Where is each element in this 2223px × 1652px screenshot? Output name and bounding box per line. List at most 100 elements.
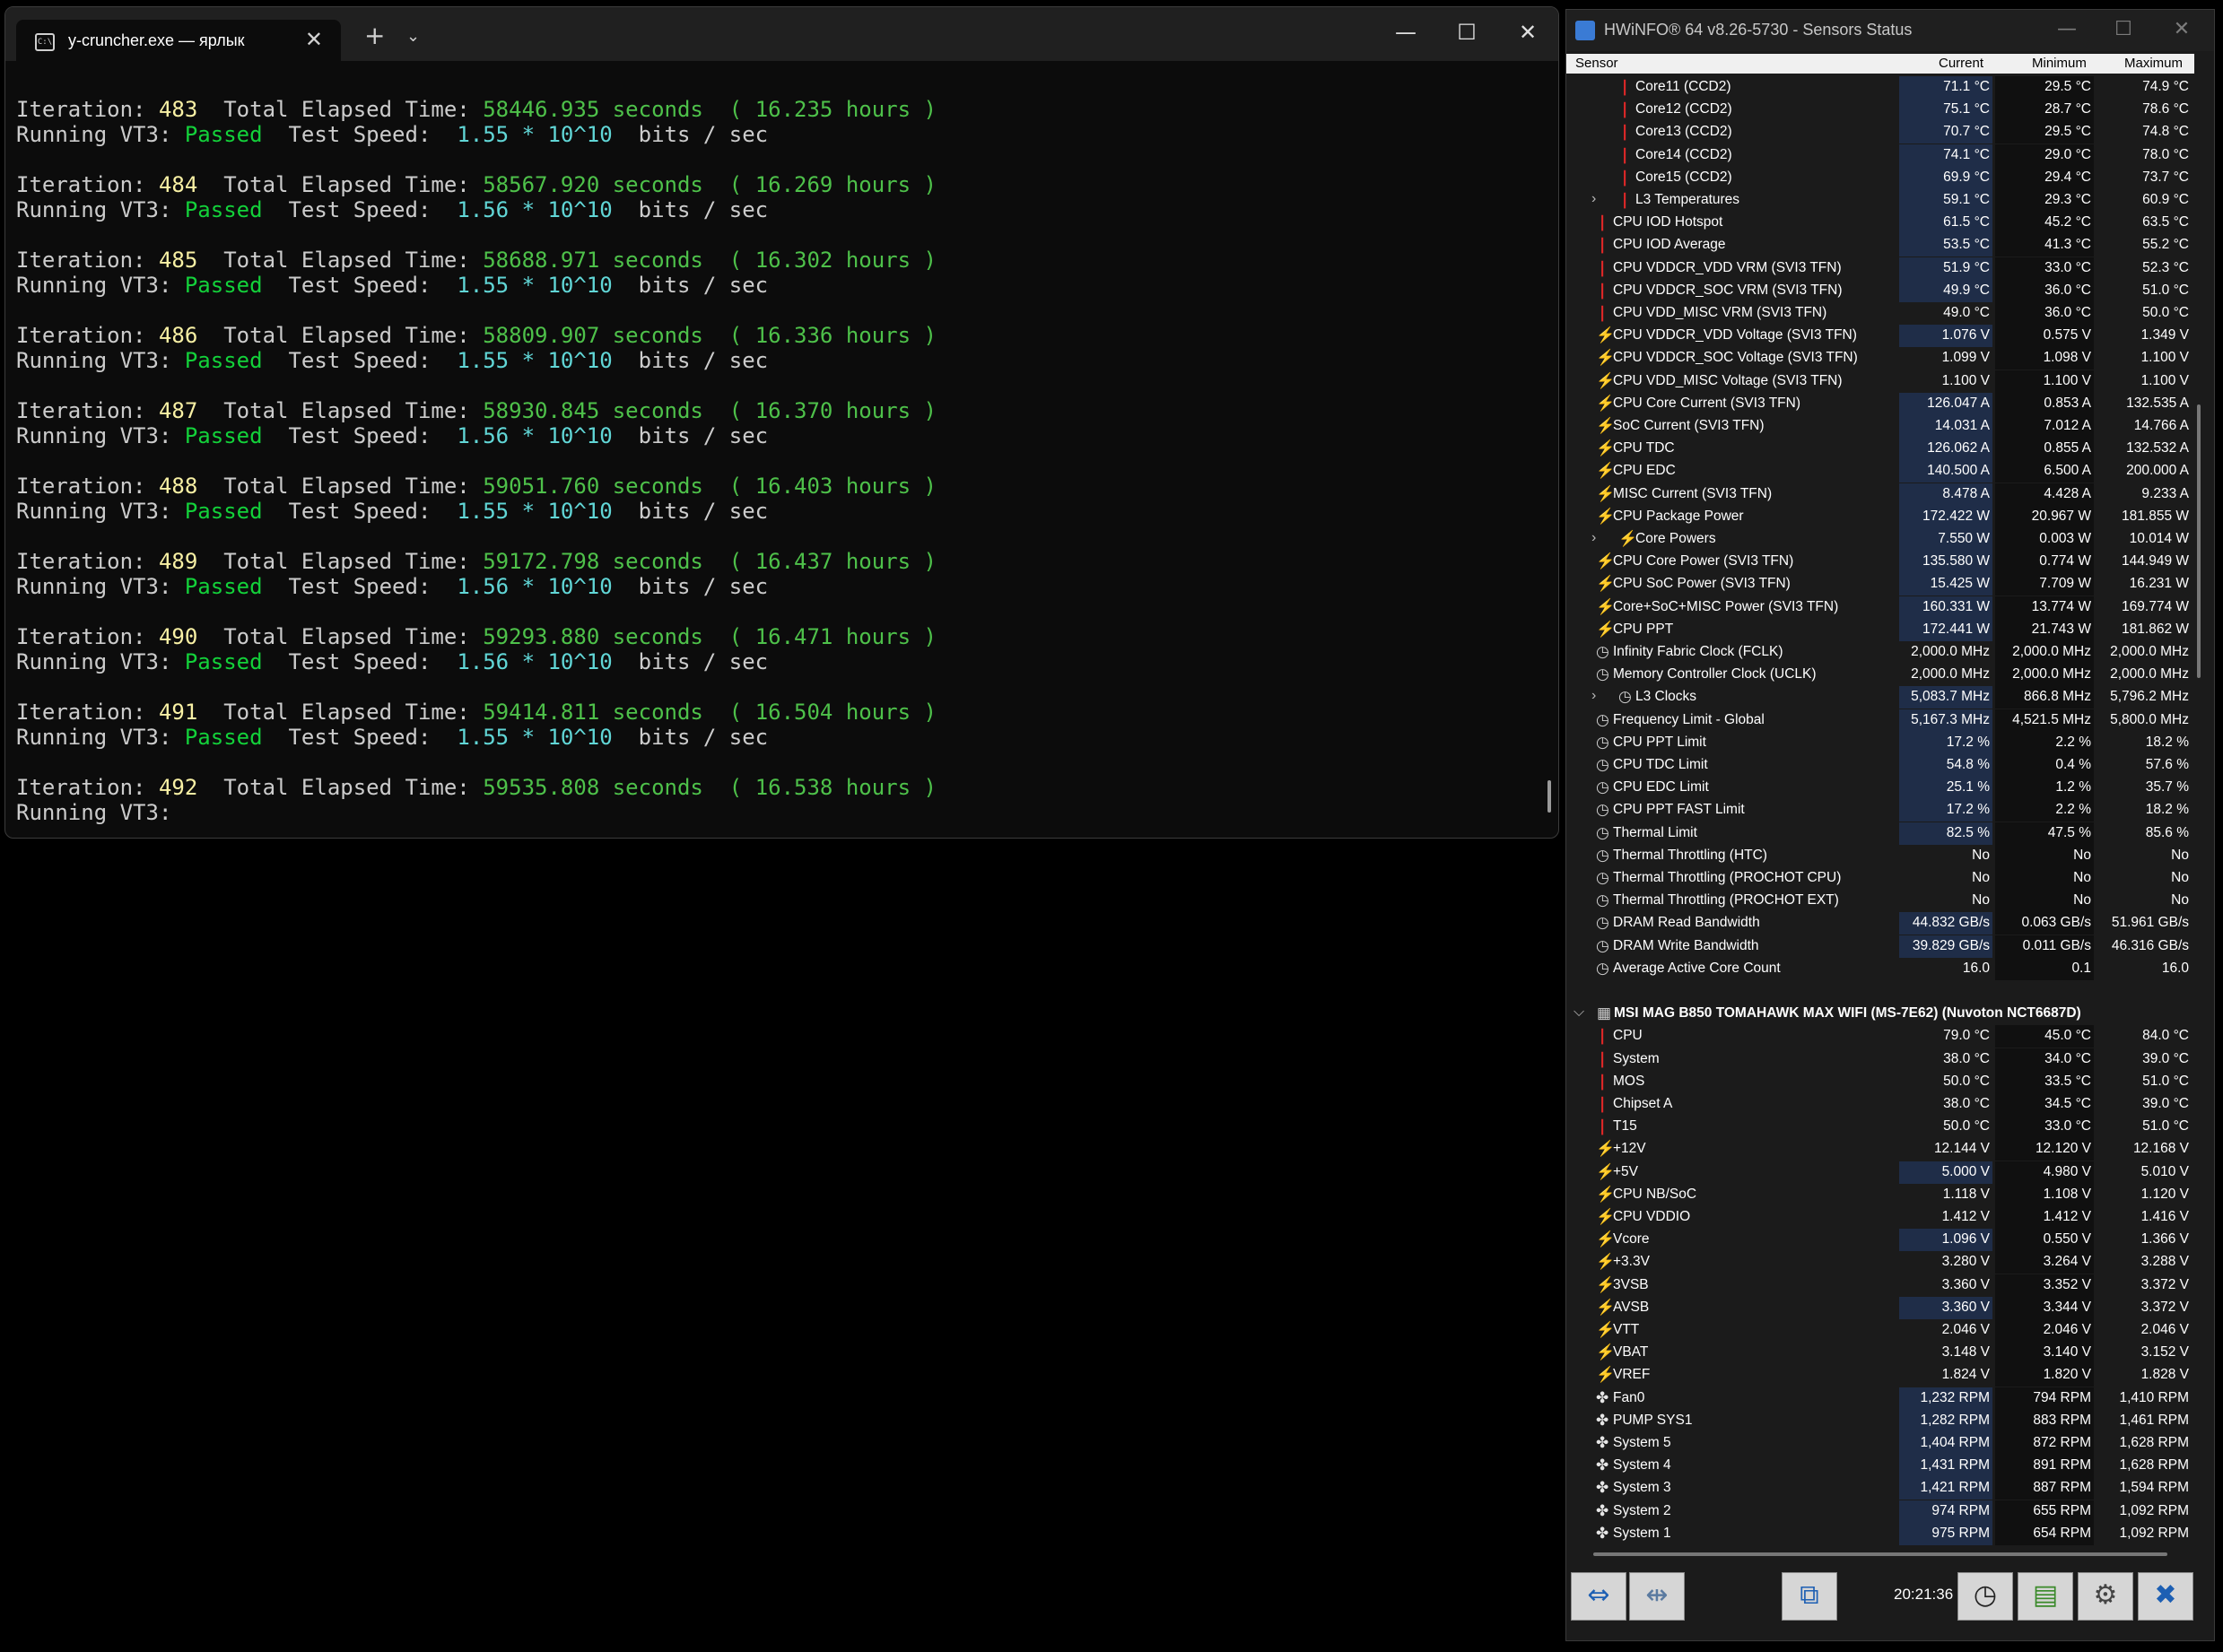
column-header-current[interactable]: Current (1939, 56, 1983, 71)
sensor-row[interactable]: ⚡ CPU VDDCR_SOC Voltage (SVI3 TFN) 1.099 V… (1566, 347, 2194, 370)
sensor-row[interactable]: ❘ MOS 50.0 °C 33.5 °C 51.0 °C (1566, 1070, 2194, 1093)
sensor-row[interactable]: ❘ Core11 (CCD2) 71.1 °C 29.5 °C 74.9 °C (1566, 76, 2194, 99)
maximize-button[interactable]: ☐ (1449, 20, 1485, 45)
sensor-row[interactable]: ◷ CPU TDC Limit 54.8 % 0.4 % 57.6 % (1566, 754, 2194, 777)
sensor-row[interactable]: ⚡ Core+SoC+MISC Power (SVI3 TFN) 160.331 W… (1566, 596, 2194, 619)
sensor-row[interactable]: ⚡ +12V 12.144 V 12.120 V 12.168 V (1566, 1138, 2194, 1161)
vertical-scrollbar[interactable] (2197, 404, 2201, 678)
sensor-row[interactable]: ❘ Chipset A 38.0 °C 34.5 °C 39.0 °C (1566, 1093, 2194, 1116)
sensor-row[interactable]: ✤ System 2 974 RPM 655 RPM 1,092 RPM (1566, 1500, 2194, 1523)
hours-label: hours ) (845, 474, 937, 499)
sensor-row[interactable]: ❘ CPU 79.0 °C 45.0 °C 84.0 °C (1566, 1025, 2194, 1048)
sensor-row[interactable]: ⚡ CPU VDDIO 1.412 V 1.412 V 1.416 V (1566, 1206, 2194, 1229)
sensor-row[interactable]: ⚡ VBAT 3.148 V 3.140 V 3.152 V (1566, 1342, 2194, 1365)
sensor-row[interactable]: ⚡ CPU TDC 126.062 A 0.855 A 132.532 A (1566, 438, 2194, 461)
tab-dropdown-button[interactable]: ⌄ (406, 27, 420, 46)
sensor-row[interactable]: ✤ System 1 975 RPM 654 RPM 1,092 RPM (1566, 1522, 2194, 1545)
sensor-row[interactable]: ⚡ CPU PPT 172.441 W 21.743 W 181.862 W (1566, 618, 2194, 641)
sensor-row[interactable]: › ⚡ Core Powers 7.550 W 0.003 W 10.014 W (1566, 528, 2194, 551)
close-button[interactable]: ✕ (1510, 20, 1546, 45)
sensor-row[interactable]: ✤ System 5 1,404 RPM 872 RPM 1,628 RPM (1566, 1432, 2194, 1455)
sensor-row[interactable]: ◷ Thermal Throttling (PROCHOT CPU) No No No (1566, 867, 2194, 890)
sensor-row[interactable]: ❘ T15 50.0 °C 33.0 °C 51.0 °C (1566, 1116, 2194, 1139)
sensor-row[interactable]: ⚡ MISC Current (SVI3 TFN) 8.478 A 4.428 A 9.… (1566, 483, 2194, 506)
sensor-row[interactable]: ❘ Core14 (CCD2) 74.1 °C 29.0 °C 78.0 °C (1566, 143, 2194, 167)
new-tab-button[interactable]: + (364, 23, 385, 48)
sensor-row[interactable]: ⚡ AVSB 3.360 V 3.344 V 3.372 V (1566, 1296, 2194, 1319)
sensor-row[interactable]: ◷ Thermal Limit 82.5 % 47.5 % 85.6 % (1566, 822, 2194, 845)
log-file-icon[interactable]: ▤ (2018, 1572, 2073, 1621)
sensor-row[interactable]: ❘ CPU IOD Average 53.5 °C 41.3 °C 55.2 °C (1566, 234, 2194, 257)
sensor-row[interactable]: ❘ Core13 (CCD2) 70.7 °C 29.5 °C 74.8 °C (1566, 121, 2194, 144)
sensor-row[interactable]: ❘ Core15 (CCD2) 69.9 °C 29.4 °C 73.7 °C (1566, 166, 2194, 189)
sensor-row[interactable]: ❘ CPU VDDCR_SOC VRM (SVI3 TFN) 49.9 °C 36.0… (1566, 279, 2194, 302)
sensor-row[interactable]: ◷ CPU EDC Limit 25.1 % 1.2 % 35.7 % (1566, 777, 2194, 800)
sensor-row[interactable]: ⚡ CPU Core Current (SVI3 TFN) 126.047 A 0.8… (1566, 392, 2194, 415)
close-icon[interactable]: ✖ (2138, 1572, 2193, 1621)
terminal-tab[interactable]: C:\ y-cruncher.exe — ярлык ✕ (16, 20, 341, 66)
sensor-group-header[interactable]: ⌵ ▦ MSI MAG B850 TOMAHAWK MAX WIFI (MS-7E6… (1566, 1003, 2194, 1025)
sensor-row[interactable]: ⚡ CPU EDC 140.500 A 6.500 A 200.000 A (1566, 460, 2194, 483)
sensor-row[interactable]: ❘ Core12 (CCD2) 75.1 °C 28.7 °C 78.6 °C (1566, 99, 2194, 122)
minimize-button[interactable]: — (2051, 18, 2083, 40)
sensor-row[interactable]: ◷ Memory Controller Clock (UCLK) 2,000.0 M… (1566, 664, 2194, 687)
minimize-button[interactable]: — (1388, 20, 1424, 45)
sensor-row[interactable]: ⚡ +5V 5.000 V 4.980 V 5.010 V (1566, 1161, 2194, 1184)
sensor-row[interactable]: ◷ DRAM Write Bandwidth 39.829 GB/s 0.011 GB… (1566, 935, 2194, 958)
expand-chevron-icon[interactable]: › (1591, 688, 1596, 704)
sensor-row[interactable]: ✤ PUMP SYS1 1,282 RPM 883 RPM 1,461 RPM (1566, 1409, 2194, 1432)
network-icon[interactable]: ⧉ (1782, 1572, 1837, 1621)
sensor-row[interactable]: ⚡ SoC Current (SVI3 TFN) 14.031 A 7.012 A 14… (1566, 415, 2194, 438)
sensor-row[interactable]: ⚡ CPU VDD_MISC Voltage (SVI3 TFN) 1.100 V 1… (1566, 370, 2194, 393)
sensor-row[interactable]: ◷ Frequency Limit - Global 5,167.3 MHz 4,52… (1566, 709, 2194, 732)
hours-label: hours ) (845, 97, 937, 122)
terminal-scrollbar[interactable] (1547, 780, 1551, 813)
sensor-row[interactable]: ✤ System 3 1,421 RPM 887 RPM 1,594 RPM (1566, 1477, 2194, 1500)
sensor-table-header: Sensor Current Minimum Maximum (1566, 54, 2194, 74)
maximize-button[interactable]: ☐ (2107, 18, 2140, 40)
sensor-row[interactable]: ✤ System 4 1,431 RPM 891 RPM 1,628 RPM (1566, 1455, 2194, 1478)
sensor-row[interactable]: ⚡ CPU SoC Power (SVI3 TFN) 15.425 W 7.709 W… (1566, 573, 2194, 596)
sensor-row[interactable]: ⚡ CPU NB/SoC 1.118 V 1.108 V 1.120 V (1566, 1183, 2194, 1206)
sensor-row[interactable]: ◷ CPU PPT Limit 17.2 % 2.2 % 18.2 % (1566, 731, 2194, 754)
sensor-row[interactable]: ◷ Thermal Throttling (HTC) No No No (1566, 844, 2194, 867)
sensor-row[interactable]: ◷ DRAM Read Bandwidth 44.832 GB/s 0.063 GB/… (1566, 912, 2194, 935)
sensor-row[interactable]: ⚡ CPU Package Power 172.422 W 20.967 W 181.8… (1566, 505, 2194, 528)
group-name: MSI MAG B850 TOMAHAWK MAX WIFI (MS-7E62)… (1614, 1005, 2081, 1022)
close-button[interactable]: ✕ (2166, 18, 2198, 40)
minimum-value: 4,521.5 MHz (2012, 711, 2091, 727)
sensor-row[interactable]: ◷ CPU PPT FAST Limit 17.2 % 2.2 % 18.2 % (1566, 799, 2194, 822)
column-header-maximum[interactable]: Maximum (2124, 56, 2183, 71)
sensor-row[interactable]: ◷ Average Active Core Count 16.0 0.1 16.0 (1566, 957, 2194, 980)
column-header-sensor[interactable]: Sensor (1575, 56, 1618, 71)
sensor-row[interactable]: ⚡ VTT 2.046 V 2.046 V 2.046 V (1566, 1319, 2194, 1342)
maximum-value: 55.2 °C (2142, 237, 2189, 253)
gear-icon[interactable]: ⚙ (2078, 1572, 2133, 1621)
sensor-row[interactable]: ◷ Infinity Fabric Clock (FCLK) 2,000.0 MHz… (1566, 641, 2194, 664)
collapse-arrows-icon[interactable]: ⇹ (1629, 1572, 1685, 1621)
sensor-row[interactable]: ⚡ +3.3V 3.280 V 3.264 V 3.288 V (1566, 1251, 2194, 1274)
sensor-row[interactable]: ⚡ VREF 1.824 V 1.820 V 1.828 V (1566, 1364, 2194, 1387)
sensor-row[interactable]: ❘ CPU VDDCR_VDD VRM (SVI3 TFN) 51.9 °C 33.0… (1566, 256, 2194, 280)
expand-chevron-icon[interactable]: › (1591, 530, 1596, 546)
clock-icon[interactable]: ◷ (1957, 1572, 2013, 1621)
sensor-row[interactable]: ⚡ CPU Core Power (SVI3 TFN) 135.580 W 0.774… (1566, 551, 2194, 574)
terminal-output[interactable]: Iteration: 483 Total Elapsed Time: 58446… (16, 97, 937, 825)
column-header-minimum[interactable]: Minimum (2032, 56, 2087, 71)
sensor-row[interactable]: ❘ CPU IOD Hotspot 61.5 °C 45.2 °C 63.5 °C (1566, 212, 2194, 235)
tab-close-icon[interactable]: ✕ (305, 27, 323, 52)
sensor-row[interactable]: ❘ System 38.0 °C 34.0 °C 39.0 °C (1566, 1048, 2194, 1071)
sensor-row[interactable]: › ◷ L3 Clocks 5,083.7 MHz 866.8 MHz 5,796.2 M… (1566, 686, 2194, 709)
collapse-chevron-icon[interactable]: ⌵ (1574, 1004, 1584, 1021)
sensor-row[interactable]: ⚡ Vcore 1.096 V 0.550 V 1.366 V (1566, 1229, 2194, 1252)
sensor-row[interactable]: ⚡ 3VSB 3.360 V 3.352 V 3.372 V (1566, 1274, 2194, 1297)
minimum-value: 0.1 (2071, 960, 2091, 976)
sensor-row[interactable]: ✤ Fan0 1,232 RPM 794 RPM 1,410 RPM (1566, 1387, 2194, 1410)
expand-chevron-icon[interactable]: › (1591, 191, 1596, 207)
sensor-row[interactable]: › ❘ L3 Temperatures 59.1 °C 29.3 °C 60.9 °C (1566, 189, 2194, 212)
horizontal-scrollbar[interactable] (1593, 1552, 2167, 1556)
expand-arrows-icon[interactable]: ⇔ (1571, 1572, 1626, 1621)
sensor-row[interactable]: ◷ Thermal Throttling (PROCHOT EXT) No No No (1566, 890, 2194, 913)
sensor-row[interactable]: ⚡ CPU VDDCR_VDD Voltage (SVI3 TFN) 1.076 V… (1566, 325, 2194, 348)
sensor-row[interactable]: ❘ CPU VDD_MISC VRM (SVI3 TFN) 49.0 °C 36.0 … (1566, 302, 2194, 325)
